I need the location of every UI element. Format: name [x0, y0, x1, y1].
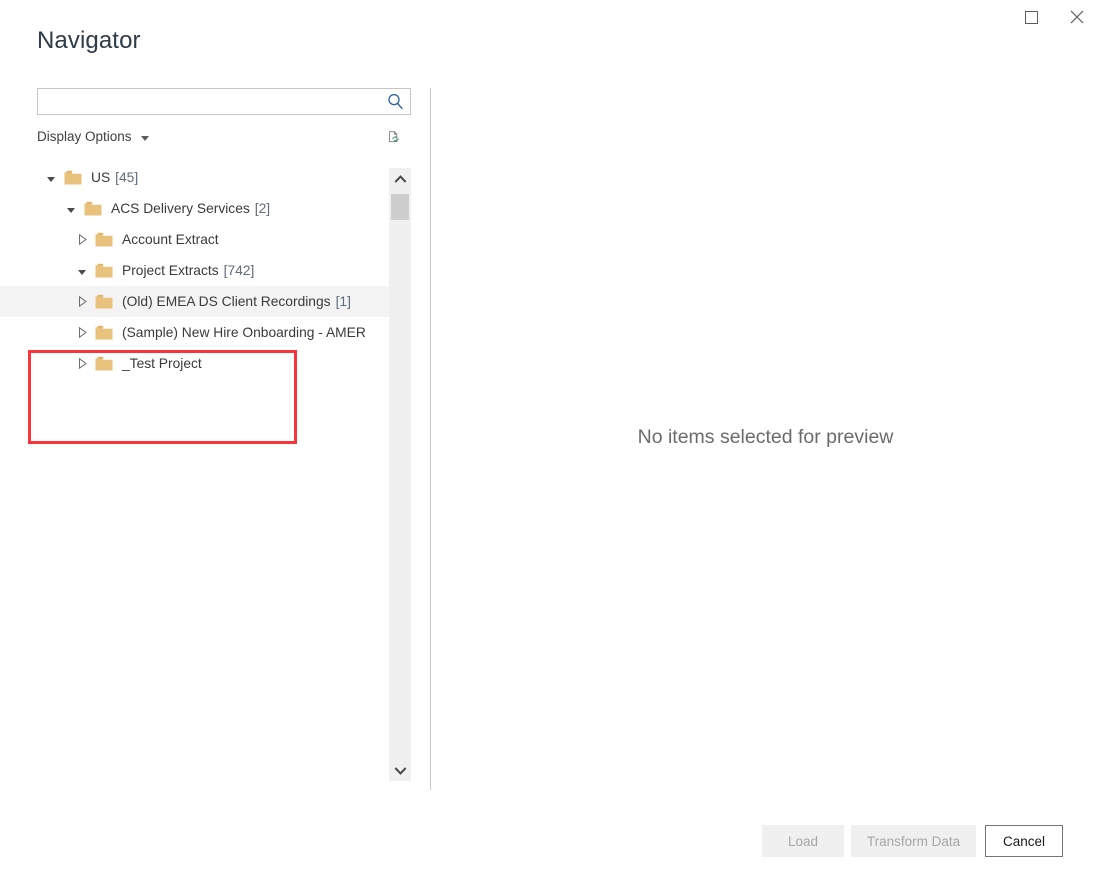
scrollbar-thumb[interactable]	[391, 194, 409, 220]
preview-panel: No items selected for preview	[431, 88, 1100, 790]
folder-icon	[95, 232, 113, 247]
folder-icon	[95, 294, 113, 309]
scroll-down-button[interactable]	[389, 759, 411, 781]
search-box[interactable]	[37, 88, 411, 115]
tree-item-label: ACS Delivery Services	[111, 201, 250, 216]
expand-toggle-collapsed-icon[interactable]	[74, 356, 90, 372]
display-options-label: Display Options	[37, 129, 132, 144]
tree-item-acs-delivery-services[interactable]: ACS Delivery Services [2]	[0, 193, 389, 224]
refresh-preview-button[interactable]	[381, 124, 407, 150]
display-options-dropdown[interactable]: Display Options	[37, 126, 149, 148]
expand-toggle-collapsed-icon[interactable]	[74, 325, 90, 341]
tree-item-label: (Old) EMEA DS Client Recordings	[122, 294, 331, 309]
tree-item-account-extract[interactable]: Account Extract	[0, 224, 389, 255]
load-button[interactable]: Load	[762, 825, 844, 857]
maximize-button[interactable]	[1008, 0, 1054, 34]
window-controls	[1008, 0, 1100, 38]
folder-icon	[95, 263, 113, 278]
tree-item-old-emea-ds-client-recordings[interactable]: (Old) EMEA DS Client Recordings [1]	[0, 286, 389, 317]
navigation-tree[interactable]: US [45] ACS Delivery Services [2] Accoun…	[0, 162, 389, 787]
refresh-preview-icon	[389, 131, 399, 143]
folder-icon	[95, 356, 113, 371]
expand-toggle-expanded-icon[interactable]	[63, 201, 79, 217]
folder-icon	[64, 170, 82, 185]
tree-item-count: [742]	[223, 263, 255, 278]
close-icon	[1070, 10, 1084, 24]
expand-toggle-collapsed-icon[interactable]	[74, 232, 90, 248]
close-button[interactable]	[1054, 0, 1100, 34]
preview-empty-message: No items selected for preview	[637, 426, 894, 448]
tree-scrollbar[interactable]	[389, 168, 411, 781]
transform-data-button[interactable]: Transform Data	[851, 825, 976, 857]
chevron-down-icon	[140, 136, 149, 141]
tree-item-sample-new-hire-onboarding-amer[interactable]: (Sample) New Hire Onboarding - AMER	[0, 317, 389, 348]
tree-item-label: Project Extracts	[122, 263, 219, 278]
tree-item-label: Account Extract	[122, 232, 219, 247]
expand-toggle-expanded-icon[interactable]	[74, 263, 90, 279]
title-bar: Navigator	[0, 0, 1100, 70]
display-options-row: Display Options	[37, 126, 411, 150]
chevron-up-icon	[394, 174, 406, 183]
square-icon	[1024, 10, 1038, 24]
tree-item-label: US	[91, 170, 111, 185]
search-button[interactable]	[380, 89, 410, 114]
tree-item-label: _Test Project	[122, 356, 202, 371]
folder-icon	[95, 325, 113, 340]
tree-item-project-extracts[interactable]: Project Extracts [742]	[0, 255, 389, 286]
tree-item-label: (Sample) New Hire Onboarding - AMER	[122, 325, 366, 340]
chevron-down-icon	[394, 766, 406, 775]
tree-item-count: [2]	[254, 201, 271, 216]
tree-item-us[interactable]: US [45]	[0, 162, 389, 193]
tree-item-count: [1]	[335, 294, 351, 309]
dialog-footer: Load Transform Data Cancel	[0, 823, 1100, 875]
folder-icon	[84, 201, 102, 216]
expand-toggle-expanded-icon[interactable]	[43, 170, 59, 186]
tree-item-count: [45]	[115, 170, 139, 185]
page-title: Navigator	[37, 27, 141, 54]
search-icon	[387, 93, 403, 110]
expand-toggle-collapsed-icon[interactable]	[74, 294, 90, 310]
scroll-up-button[interactable]	[389, 168, 411, 190]
navigation-tree-panel: US [45] ACS Delivery Services [2] Accoun…	[0, 162, 412, 787]
tree-item-test-project[interactable]: _Test Project	[0, 348, 389, 379]
search-input[interactable]	[38, 90, 380, 113]
cancel-button[interactable]: Cancel	[985, 825, 1063, 857]
